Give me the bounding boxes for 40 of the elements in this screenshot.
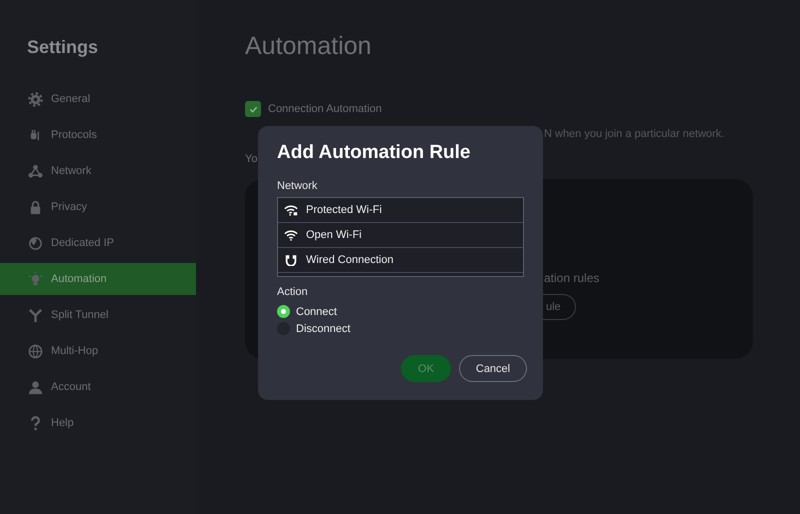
network-option[interactable]: Protected Wi-Fi <box>278 198 523 223</box>
network-option[interactable]: Wired Connection <box>278 248 523 273</box>
sidebar-item[interactable]: Privacy <box>0 191 196 223</box>
sidebar-item[interactable]: Split Tunnel <box>0 299 196 331</box>
split-icon <box>28 308 43 322</box>
ethernet-plug-icon <box>284 254 298 266</box>
description-text: N when you join a particular network. <box>544 128 726 140</box>
person-icon <box>28 380 43 394</box>
checkbox-label: Connection Automation <box>268 103 382 115</box>
globe-pin-icon <box>28 236 43 250</box>
lock-icon <box>28 200 43 214</box>
sidebar-title: Settings <box>27 37 98 58</box>
sidebar-item[interactable]: Protocols <box>0 119 196 151</box>
wifi-icon <box>284 230 298 240</box>
sidebar-item[interactable]: Multi-Hop <box>0 335 196 367</box>
wifi-lock-icon <box>284 204 298 216</box>
dialog-title: Add Automation Rule <box>277 142 470 164</box>
checkmark-icon <box>248 104 258 114</box>
radio-label: Connect <box>296 306 337 318</box>
sidebar-item[interactable]: Dedicated IP <box>0 227 196 259</box>
globe-icon <box>28 344 43 358</box>
sidebar-item[interactable]: Help <box>0 407 196 439</box>
sidebar-item[interactable]: Account <box>0 371 196 403</box>
page-title: Automation <box>245 32 372 61</box>
help-icon <box>28 416 43 430</box>
nodes-icon <box>28 164 43 178</box>
intro-text: Yo <box>245 153 258 165</box>
action-label: Action <box>277 286 308 298</box>
radio-button[interactable] <box>277 305 290 318</box>
gear-icon <box>28 92 43 106</box>
sidebar-item[interactable]: Network <box>0 155 196 187</box>
sidebar-item[interactable]: Automation <box>0 263 196 295</box>
radio-label: Disconnect <box>296 322 350 334</box>
bulb-icon <box>28 272 43 286</box>
sidebar-item[interactable]: General <box>0 83 196 115</box>
network-label: Network <box>277 180 318 192</box>
empty-state-text: ation rules <box>544 271 600 285</box>
checkbox[interactable] <box>245 101 261 117</box>
network-option[interactable]: Open Wi-Fi <box>278 223 523 248</box>
cancel-button[interactable]: Cancel <box>459 355 527 382</box>
